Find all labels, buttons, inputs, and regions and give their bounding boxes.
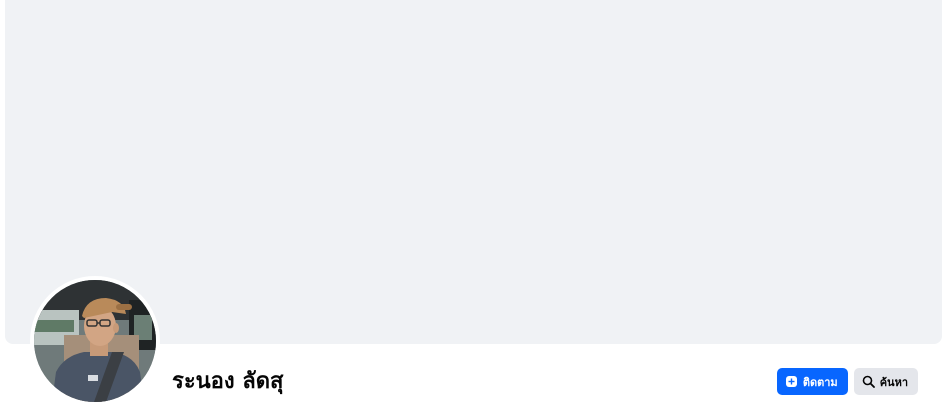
follow-button-label: ติดตาม bbox=[802, 375, 838, 389]
profile-picture[interactable] bbox=[34, 280, 156, 402]
profile-photo-illustration bbox=[34, 280, 156, 402]
profile-name: ระนอง ลัดสุ bbox=[172, 369, 284, 394]
search-button[interactable]: ค้นหา bbox=[853, 368, 918, 395]
follow-button[interactable]: ติดตาม bbox=[776, 368, 848, 395]
search-button-label: ค้นหา bbox=[879, 375, 908, 389]
follow-plus-icon bbox=[785, 375, 798, 388]
profile-header: ระนอง ลัดสุ ติดตาม ค้นหา bbox=[0, 0, 948, 416]
search-icon bbox=[862, 375, 875, 388]
cover-photo[interactable] bbox=[5, 0, 942, 344]
profile-actions: ติดตาม ค้นหา bbox=[776, 368, 918, 395]
profile-picture-frame[interactable] bbox=[30, 276, 160, 406]
